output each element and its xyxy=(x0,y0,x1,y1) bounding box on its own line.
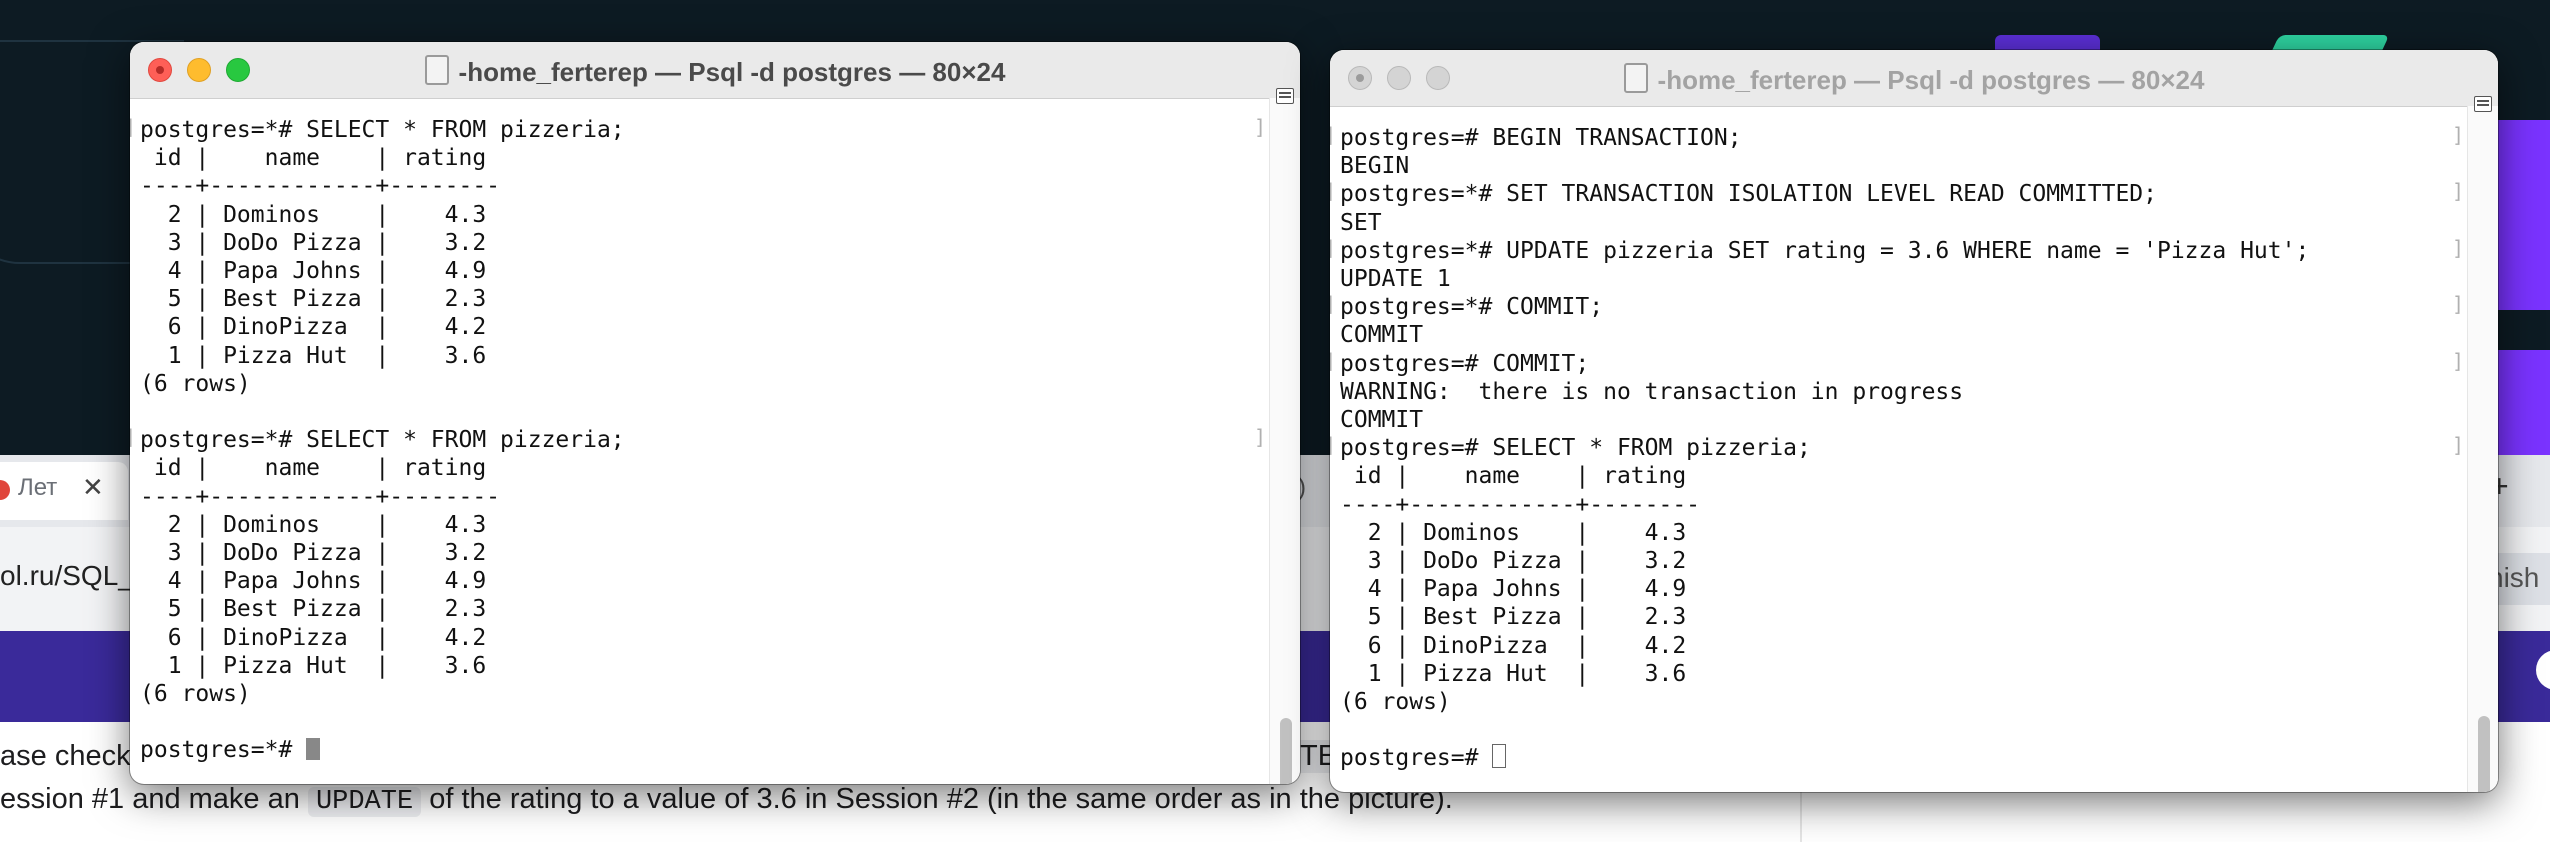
scrollbar-thumb[interactable] xyxy=(2478,716,2490,792)
terminal-line: 4 | Papa Johns | 4.9 xyxy=(1340,576,1687,603)
window-title-text: -home_ferterep — Psql -d postgres — 80×2… xyxy=(1657,65,2205,95)
command-marker-icon: ] xyxy=(1254,425,1267,450)
terminal-line: 4 | Papa Johns | 4.9 xyxy=(140,568,487,595)
terminal-line: postgres=*# UPDATE pizzeria SET rating =… xyxy=(1340,237,2310,264)
scrollbar[interactable] xyxy=(1269,98,1300,784)
command-marker-icon: ] xyxy=(2452,179,2465,204)
terminal-line: id | name | rating xyxy=(140,455,487,482)
terminal-line: BEGIN xyxy=(1340,153,1410,180)
url-text[interactable]: ol.ru/SQL_ xyxy=(0,560,134,592)
command-marker-icon: ] xyxy=(1254,115,1267,139)
terminal-line: 1 | Pizza Hut | 3.6 xyxy=(140,342,487,369)
terminal-prompt-line[interactable]: postgres=*# xyxy=(140,736,321,764)
document-icon xyxy=(424,55,449,85)
terminal-line: COMMIT xyxy=(1340,322,1424,349)
command-marker-icon: ] xyxy=(1330,123,1336,147)
terminal-line: 6 | DinoPizza | 4.2 xyxy=(140,624,487,651)
terminal-line: 5 | Best Pizza | 2.3 xyxy=(1340,604,1687,631)
terminal-line: 4 | Papa Johns | 4.9 xyxy=(140,258,487,284)
window-title-text: -home_ferterep — Psql -d postgres — 80×2… xyxy=(458,57,1006,87)
terminal-line: 1 | Pizza Hut | 3.6 xyxy=(140,652,487,679)
terminal-line: 2 | Dominos | 4.3 xyxy=(140,511,487,538)
terminal-line: 3 | DoDo Pizza | 3.2 xyxy=(1340,548,1687,574)
instruction-text-line-1: ase check xyxy=(0,740,131,772)
terminal-output[interactable]: postgres=*# SELECT * FROM pizzeria;]] id… xyxy=(130,98,1270,784)
command-marker-icon: ] xyxy=(1330,179,1336,203)
scrollbar-thumb[interactable] xyxy=(1280,718,1292,784)
terminal-line: ----+------------+-------- xyxy=(140,173,501,200)
terminal-line: 2 | Dominos | 4.3 xyxy=(140,201,487,228)
terminal-line: postgres=# SELECT * FROM pizzeria; xyxy=(1340,435,1811,462)
terminal-line: id | name | rating xyxy=(140,145,487,172)
terminal-line: ----+------------+-------- xyxy=(1340,491,1701,518)
terminal-line: postgres=# BEGIN TRANSACTION; xyxy=(1340,125,1742,151)
terminal-line: postgres=*# COMMIT; xyxy=(1340,294,1604,321)
terminal-output[interactable]: postgres=# BEGIN TRANSACTION;]]BEGINpost… xyxy=(1330,106,2468,792)
command-marker-icon: ] xyxy=(2452,433,2465,458)
command-marker-icon: ] xyxy=(2452,235,2465,260)
command-marker-icon: ] xyxy=(1330,433,1336,457)
command-marker-icon: ] xyxy=(2452,292,2465,317)
list-icon[interactable] xyxy=(2474,96,2492,112)
text-cursor xyxy=(306,738,321,761)
terminal-line: 3 | DoDo Pizza | 3.2 xyxy=(140,229,487,256)
instruction-text: of the rating to a value of 3.6 in Sessi… xyxy=(421,783,1453,815)
terminal-line: postgres=*# SELECT * FROM pizzeria; xyxy=(140,117,625,143)
terminal-line: (6 rows) xyxy=(140,370,251,397)
command-marker-icon: ] xyxy=(2452,348,2465,373)
terminal-line: 5 | Best Pizza | 2.3 xyxy=(140,286,487,313)
terminal-line: COMMIT xyxy=(1340,407,1424,433)
terminal-prompt-line[interactable]: postgres=# xyxy=(1340,744,1507,772)
terminal-line: WARNING: there is no transaction in prog… xyxy=(1340,378,1964,405)
document-icon xyxy=(1623,63,1648,93)
terminal-prompt: postgres=*# xyxy=(140,737,307,764)
terminal-line: 6 | DinoPizza | 4.2 xyxy=(1340,632,1687,659)
terminal-line: postgres=*# SELECT * FROM pizzeria; xyxy=(140,427,625,454)
terminal-line: 5 | Best Pizza | 2.3 xyxy=(140,596,487,623)
window-titlebar[interactable]: -home_ferterep — Psql -d postgres — 80×2… xyxy=(130,42,1300,99)
instruction-text-line-2: ession #1 and make an UPDATE of the rati… xyxy=(0,783,1453,817)
tab-close-icon[interactable]: ✕ xyxy=(82,472,104,503)
instruction-code-chip: UPDATE xyxy=(307,787,422,817)
terminal-window-session-2[interactable]: -home_ferterep — Psql -d postgres — 80×2… xyxy=(1330,50,2498,792)
instruction-text: ession #1 and make an xyxy=(0,783,308,815)
terminal-line: 1 | Pizza Hut | 3.6 xyxy=(1340,660,1687,687)
terminal-line: 3 | DoDo Pizza | 3.2 xyxy=(140,540,487,566)
terminal-line: 6 | DinoPizza | 4.2 xyxy=(140,314,487,341)
terminal-line: UPDATE 1 xyxy=(1340,266,1451,292)
browser-tab-label[interactable]: Лет xyxy=(18,474,57,502)
terminal-line: 2 | Dominos | 4.3 xyxy=(1340,519,1687,546)
command-marker-icon: ] xyxy=(1330,236,1336,260)
command-marker-icon: ] xyxy=(130,115,136,139)
command-marker-icon: ] xyxy=(130,425,136,449)
terminal-line: (6 rows) xyxy=(140,681,251,707)
window-title: -home_ferterep — Psql -d postgres — 80×2… xyxy=(1330,63,2498,96)
command-marker-icon: ] xyxy=(1330,349,1336,373)
terminal-line: (6 rows) xyxy=(1340,689,1451,715)
terminal-line: id | name | rating xyxy=(1340,463,1687,490)
terminal-line: postgres=# COMMIT; xyxy=(1340,350,1590,377)
list-icon[interactable] xyxy=(1276,88,1294,104)
terminal-prompt: postgres=# xyxy=(1340,745,1493,772)
scrollbar[interactable] xyxy=(2467,106,2498,792)
text-cursor xyxy=(1492,744,1507,769)
window-titlebar[interactable]: -home_ferterep — Psql -d postgres — 80×2… xyxy=(1330,50,2498,107)
terminal-window-session-1[interactable]: -home_ferterep — Psql -d postgres — 80×2… xyxy=(130,42,1300,784)
terminal-line: postgres=*# SET TRANSACTION ISOLATION LE… xyxy=(1340,181,2157,208)
command-marker-icon: ] xyxy=(1330,292,1336,316)
command-marker-icon: ] xyxy=(2452,123,2465,147)
terminal-line: ----+------------+-------- xyxy=(140,483,501,510)
window-title: -home_ferterep — Psql -d postgres — 80×2… xyxy=(130,55,1300,88)
terminal-line: SET xyxy=(1340,209,1382,236)
